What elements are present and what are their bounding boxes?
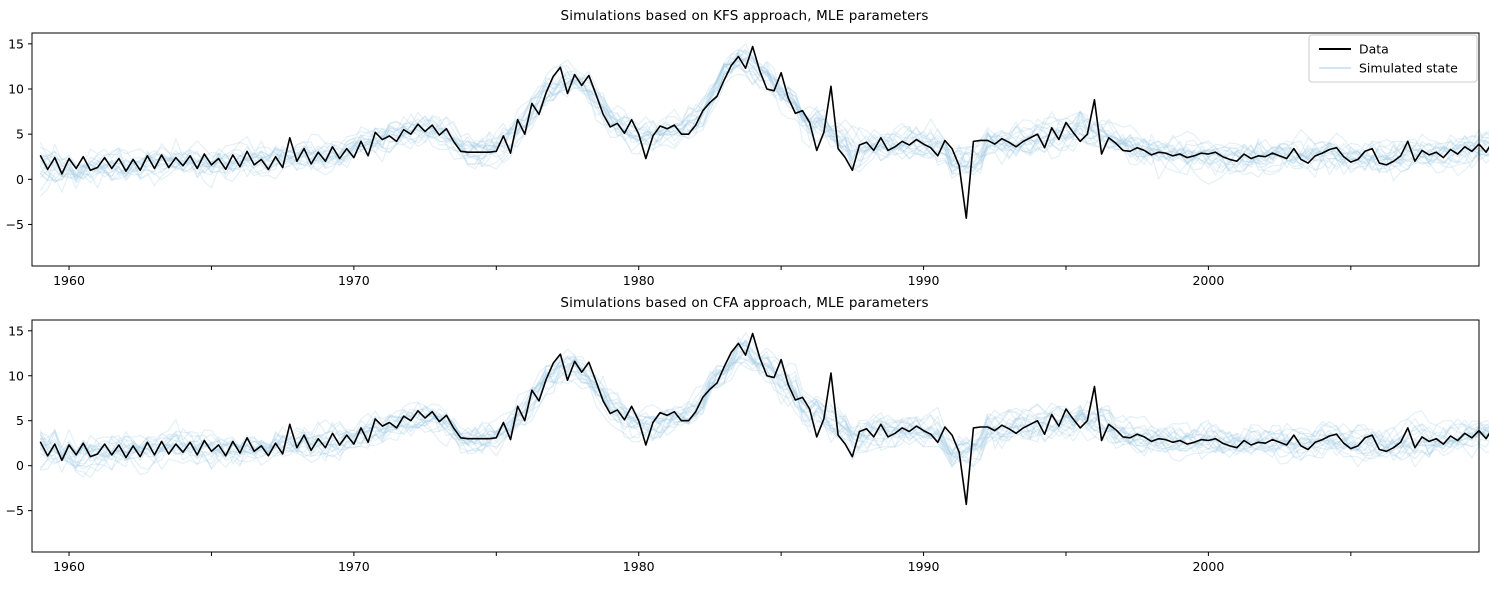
x-axis-tick-label: 2000 (1192, 559, 1224, 574)
y-axis-tick-label: 5 (16, 127, 24, 142)
y-axis-tick-label: 0 (16, 458, 24, 473)
y-axis-tick-label: 0 (16, 172, 24, 187)
plot-area-cfa: 1960 1970 1980 1990 2000 −5 0 5 10 15 (6, 319, 1489, 574)
x-axis-tick-label: 1980 (623, 559, 655, 574)
plot-area-kfs: 1960 1970 1980 1990 2000 −5 0 5 10 15 Data Simulate… (6, 32, 1489, 288)
y-axis-tick-label: −5 (6, 217, 24, 232)
y-axis-tick-label: 15 (8, 323, 24, 338)
x-axis-tick-label: 1960 (53, 559, 85, 574)
legend-label-data: Data (1359, 42, 1389, 57)
chart-panel-kfs: Simulations based on KFS approach, MLE p… (0, 0, 1489, 295)
y-axis-tick-label: −5 (6, 503, 24, 518)
x-axis-tick-label: 1990 (908, 559, 940, 574)
chart-panel-cfa: Simulations based on CFA approach, MLE p… (0, 287, 1489, 590)
y-axis-tick-label: 10 (8, 81, 24, 96)
x-axis-tick-label: 1970 (338, 273, 370, 288)
x-axis-tick-label: 1980 (623, 273, 655, 288)
x-axis-tick-label: 2000 (1192, 273, 1224, 288)
x-axis-tick-label: 1990 (908, 273, 940, 288)
y-axis-tick-label: 10 (8, 368, 24, 383)
x-axis-tick-label: 1960 (53, 273, 85, 288)
y-axis-tick-label: 5 (16, 413, 24, 428)
legend-label-simulated-state: Simulated state (1359, 61, 1458, 76)
x-axis-tick-label: 1970 (338, 559, 370, 574)
y-axis-tick-label: 15 (8, 36, 24, 51)
figure-canvas: Simulations based on KFS approach, MLE p… (0, 0, 1489, 590)
